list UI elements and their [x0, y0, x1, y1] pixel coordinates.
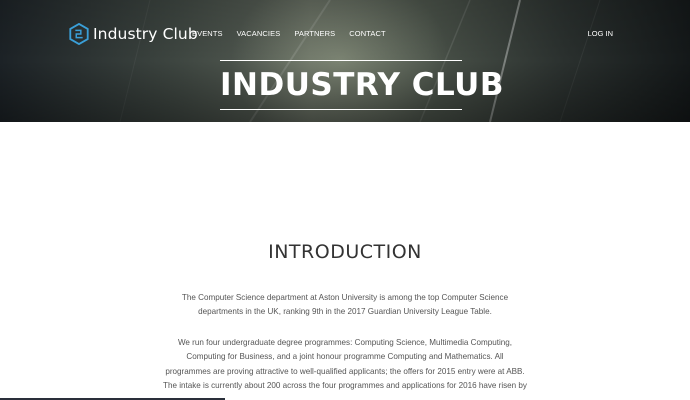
hero-title: INDUSTRY CLUB	[220, 67, 504, 103]
paragraph-line: The intake is currently about 200 across…	[163, 381, 527, 391]
intro-paragraph-2: We run four undergraduate degree program…	[140, 336, 550, 394]
hexagon-logo-icon	[69, 23, 89, 45]
login-link[interactable]: LOG IN	[588, 29, 613, 38]
nav-contact[interactable]: CONTACT	[349, 29, 385, 38]
paragraph-line: We run four undergraduate degree program…	[177, 338, 513, 347]
hero-banner: Industry Club EVENTS VACANCIES PARTNERS …	[0, 0, 690, 122]
main-nav: EVENTS VACANCIES PARTNERS CONTACT	[192, 29, 400, 38]
paragraph-line: programmes are proving attractive to wel…	[165, 366, 525, 376]
logo-text: Industry Club	[93, 25, 198, 43]
nav-vacancies[interactable]: VACANCIES	[237, 29, 281, 38]
paragraph-line: departments in the UK, ranking 9th in th…	[198, 307, 492, 317]
intro-paragraph-1: The Computer Science department at Aston…	[140, 291, 550, 320]
section-title: INTRODUCTION	[268, 241, 422, 263]
nav-partners[interactable]: PARTNERS	[294, 29, 335, 38]
hero-title-frame: INDUSTRY CLUB	[220, 60, 504, 110]
paragraph-line: The Computer Science department at Aston…	[181, 293, 509, 302]
nav-events[interactable]: EVENTS	[192, 29, 223, 38]
paragraph-line: Computing for Business, and a joint hono…	[186, 352, 504, 362]
site-logo[interactable]: Industry Club	[68, 22, 198, 46]
